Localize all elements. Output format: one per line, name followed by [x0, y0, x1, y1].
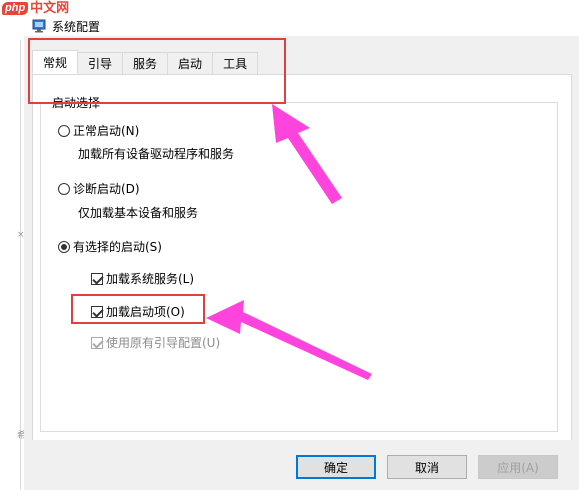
left-background-strip: × 希	[0, 30, 26, 490]
watermark-site: 中文网	[30, 1, 70, 16]
radio-label: 诊断启动(D)	[73, 182, 140, 196]
diagnostic-startup-desc: 仅加载基本设备和服务	[78, 206, 199, 220]
apply-button[interactable]: 应用(A)	[478, 455, 558, 479]
title-bar: 系统配置	[32, 17, 100, 35]
radio-button[interactable]	[58, 182, 70, 195]
cancel-button[interactable]: 取消	[387, 455, 467, 479]
normal-startup-desc: 加载所有设备驱动程序和服务	[78, 147, 235, 161]
checkbox	[91, 336, 103, 349]
checkbox[interactable]	[91, 272, 103, 285]
radio-normal-startup[interactable]: 正常启动(N)	[58, 122, 139, 139]
checkbox-label: 使用原有引导配置(U)	[106, 336, 221, 350]
highlight-box-tabs	[28, 38, 286, 104]
checkbox-use-original-boot: 使用原有引导配置(U)	[91, 334, 220, 351]
watermark-badge: php	[2, 2, 29, 15]
radio-selective-startup[interactable]: 有选择的启动(S)	[58, 238, 162, 255]
checkbox-label: 加载系统服务(L)	[106, 272, 195, 286]
radio-label: 有选择的启动(S)	[73, 240, 162, 254]
divider	[20, 40, 21, 490]
radio-button[interactable]	[58, 240, 70, 253]
watermark-logo: php 中文网	[2, 1, 69, 16]
highlight-box-startup-items	[71, 294, 205, 324]
radio-button[interactable]	[58, 124, 70, 137]
ok-button[interactable]: 确定	[296, 455, 376, 479]
checkbox-load-system-services[interactable]: 加载系统服务(L)	[91, 270, 194, 287]
system-config-icon	[32, 19, 46, 33]
radio-label: 正常启动(N)	[73, 124, 140, 138]
radio-diagnostic-startup[interactable]: 诊断启动(D)	[58, 180, 140, 197]
window-title: 系统配置	[52, 19, 101, 34]
